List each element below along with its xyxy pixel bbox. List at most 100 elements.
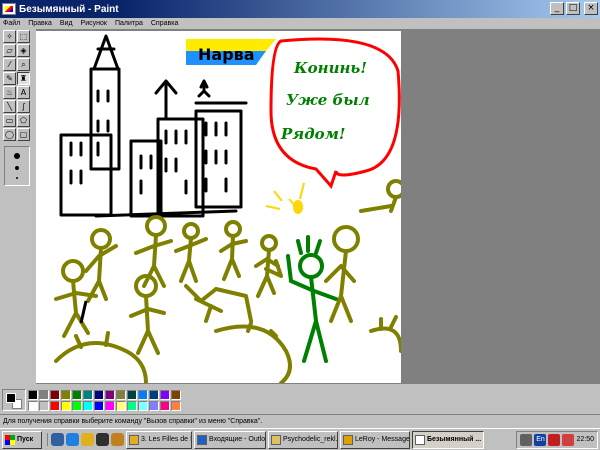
drawing-canvas[interactable]: Нарва Конинь! Уже был Рядом! [36, 31, 401, 383]
brush-size-large[interactable] [14, 152, 20, 159]
outlook-icon [197, 434, 207, 445]
color-swatch[interactable] [105, 389, 115, 400]
quick-launch [47, 433, 124, 446]
color-swatch[interactable] [61, 400, 71, 411]
window-title: Безымянный - Paint [19, 3, 119, 15]
outlook-icon[interactable] [81, 433, 94, 446]
color-swatch[interactable] [160, 389, 170, 400]
taskbar-button-label: Безымянный ... [427, 436, 482, 443]
start-label: Пуск [17, 436, 34, 443]
color-swatch[interactable] [171, 400, 181, 411]
color-swatch[interactable] [39, 389, 49, 400]
brush-size-small[interactable] [16, 177, 18, 180]
rounded-rect-icon[interactable]: ▢ [17, 128, 30, 141]
color-swatch[interactable] [83, 400, 93, 411]
taskbar-button[interactable]: Входящие - Outlo... [194, 430, 266, 449]
color-swatch[interactable] [39, 400, 49, 411]
fill-icon[interactable]: ◈ [17, 44, 30, 57]
menu-help[interactable]: Справка [151, 20, 178, 27]
color-swatch[interactable] [149, 389, 159, 400]
banner-text: Нарва [198, 45, 255, 64]
app-tray-icon[interactable] [562, 433, 575, 446]
folder-icon [271, 434, 281, 445]
maximize-button[interactable]: □ [566, 2, 580, 15]
start-button[interactable]: Пуск [2, 430, 42, 449]
color-swatch[interactable] [149, 400, 159, 411]
task-buttons: 3. Les Filles de S... Входящие - Outlo...… [126, 430, 484, 449]
color-swatch[interactable] [50, 400, 60, 411]
green-person-drawing [286, 235, 338, 363]
system-tray: En 22:50 [516, 430, 598, 449]
rectangle-icon[interactable]: ▭ [3, 114, 16, 127]
color-swatch[interactable] [105, 400, 115, 411]
menu-image[interactable]: Рисунок [81, 20, 107, 27]
brush-icon[interactable]: ♜ [17, 72, 30, 85]
ie-icon[interactable] [66, 433, 79, 446]
color-palette [0, 387, 600, 413]
color-swatches [28, 389, 181, 411]
close-button[interactable]: × [584, 2, 598, 15]
window-controls: _ □ × [550, 2, 598, 15]
color-swatch[interactable] [116, 389, 126, 400]
color-swatch[interactable] [50, 389, 60, 400]
bubble-line2: Уже был [286, 91, 370, 109]
status-text: Для получения справки выберите команду "… [3, 418, 263, 425]
airbrush-icon[interactable]: ♨ [3, 86, 16, 99]
taskbar-button-label: 3. Les Filles de S... [141, 436, 191, 443]
minimize-button[interactable]: _ [550, 2, 564, 15]
menu-palette[interactable]: Палитра [115, 20, 143, 27]
color-swatch[interactable] [94, 389, 104, 400]
menu-edit[interactable]: Правка [28, 20, 52, 27]
taskbar-button[interactable]: 3. Les Filles de S... [126, 430, 192, 449]
drawing: Нарва Конинь! Уже был Рядом! [54, 34, 401, 383]
polygon-icon[interactable]: ⬠ [17, 114, 30, 127]
taskbar-button-label: LeRoy - Message... [355, 436, 410, 443]
bubble-line1: Конинь! [293, 59, 367, 77]
free-select-icon[interactable]: ✧ [3, 30, 16, 43]
color-swatch[interactable] [116, 400, 126, 411]
explorer-icon[interactable] [111, 433, 124, 446]
color-swatch[interactable] [94, 400, 104, 411]
current-colors[interactable] [2, 389, 26, 411]
language-indicator[interactable]: En [534, 433, 547, 446]
tool-grid: ✧ ⬚ ▱ ◈ ⁄ ⌕ ✎ ♜ ♨ A ╲ ∫ ▭ ⬠ ◯ ▢ [2, 29, 32, 142]
select-icon[interactable]: ⬚ [17, 30, 30, 43]
winamp-icon[interactable] [96, 433, 109, 446]
color-swatch[interactable] [83, 389, 93, 400]
color-swatch[interactable] [171, 389, 181, 400]
color-swatch[interactable] [72, 389, 82, 400]
brush-size-medium[interactable] [15, 165, 19, 170]
status-bar: Для получения справки выберите команду "… [0, 414, 600, 428]
taskbar-button-label: Psychodelic_rekl... [283, 436, 338, 443]
antivirus-icon[interactable] [548, 433, 561, 446]
taskbar-button[interactable]: Psychodelic_rekl... [268, 430, 338, 449]
color-swatch[interactable] [138, 389, 148, 400]
eraser-icon[interactable]: ▱ [3, 44, 16, 57]
color-picker-icon[interactable]: ⁄ [3, 58, 16, 71]
color-swatch[interactable] [28, 389, 38, 400]
color-swatch[interactable] [72, 400, 82, 411]
menu-bar: Файл Правка Вид Рисунок Палитра Справка [0, 18, 600, 29]
desktop-icon[interactable] [51, 433, 64, 446]
line-icon[interactable]: ╲ [3, 100, 16, 113]
color-swatch[interactable] [160, 400, 170, 411]
brush-size-options[interactable] [4, 146, 30, 186]
foreground-color [6, 393, 16, 403]
color-swatch[interactable] [28, 400, 38, 411]
color-swatch[interactable] [127, 400, 137, 411]
pencil-icon[interactable]: ✎ [3, 72, 16, 85]
menu-view[interactable]: Вид [60, 20, 73, 27]
taskbar-button-label: Входящие - Outlo... [209, 436, 266, 443]
magnifier-icon[interactable]: ⌕ [17, 58, 30, 71]
curve-icon[interactable]: ∫ [17, 100, 30, 113]
winamp-icon [129, 434, 139, 445]
color-swatch[interactable] [61, 389, 71, 400]
color-swatch[interactable] [127, 389, 137, 400]
menu-file[interactable]: Файл [3, 20, 20, 27]
taskbar-button[interactable]: LeRoy - Message... [340, 430, 410, 449]
color-swatch[interactable] [138, 400, 148, 411]
taskbar-button[interactable]: Безымянный ... [412, 430, 484, 449]
text-icon[interactable]: A [17, 86, 30, 99]
ellipse-icon[interactable]: ◯ [3, 128, 16, 141]
network-icon[interactable] [520, 433, 533, 446]
